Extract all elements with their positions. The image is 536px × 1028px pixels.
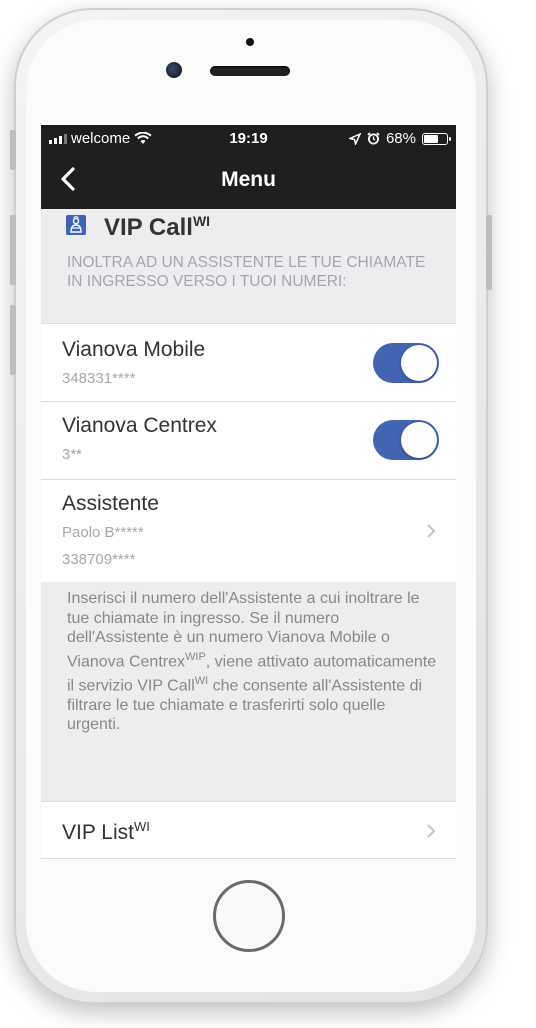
side-button-power [486, 215, 492, 290]
list-item-title: Vianova Centrex [62, 414, 217, 437]
chevron-right-icon [427, 824, 436, 838]
battery-percent: 68% [385, 130, 416, 147]
list-item-title: VIP ListWI [62, 819, 150, 844]
vip-list-sup: WI [133, 819, 150, 834]
list-item-vianova-mobile[interactable]: Vianova Mobile 348331**** [41, 323, 456, 401]
list-item-vianova-centrex[interactable]: Vianova Centrex 3** [41, 401, 456, 479]
page-title: Menu [221, 168, 276, 191]
nav-bar: Menu [41, 151, 456, 209]
list-item-vip-list[interactable]: VIP ListWI [41, 801, 456, 859]
list-item-subtitle: 348331**** [62, 370, 136, 387]
front-camera [166, 62, 182, 78]
side-button-volume-down [10, 305, 16, 375]
side-button-volume-up [10, 215, 16, 285]
assistant-number: 338709**** [62, 551, 136, 568]
proximity-sensor [246, 38, 254, 46]
info-note: Inserisci il numero dell'Assistente a cu… [67, 590, 437, 734]
section-title: VIP CallWI [104, 213, 211, 241]
side-button-mute [10, 130, 16, 170]
list-item-subtitle: 3** [62, 446, 83, 463]
vip-call-icon [66, 215, 86, 235]
section-title-sup: WI [192, 213, 211, 229]
battery-icon [422, 132, 451, 145]
chevron-right-icon [427, 524, 436, 538]
assistant-name: Paolo B***** [62, 524, 144, 541]
home-button[interactable] [213, 880, 285, 952]
vianova-mobile-toggle[interactable] [373, 343, 439, 383]
section-header: VIP CallWI INOLTRA AD UN ASSISTENTE LE T… [41, 209, 456, 323]
list-item-assistente[interactable]: Assistente Paolo B***** 338709**** [41, 479, 456, 582]
list-item-title: Vianova Mobile [62, 338, 206, 361]
list-item-title: Assistente [62, 492, 159, 515]
vianova-centrex-toggle[interactable] [373, 420, 439, 460]
section-description: INOLTRA AD UN ASSISTENTE LE TUE CHIAMATE… [67, 254, 426, 290]
status-bar: welcome 19:19 68% [41, 125, 456, 151]
earpiece-speaker [210, 66, 290, 76]
app-screen: welcome 19:19 68% Menu VIP CallWI INOLTR… [41, 125, 456, 859]
location-icon [348, 132, 361, 145]
alarm-icon [367, 132, 380, 145]
